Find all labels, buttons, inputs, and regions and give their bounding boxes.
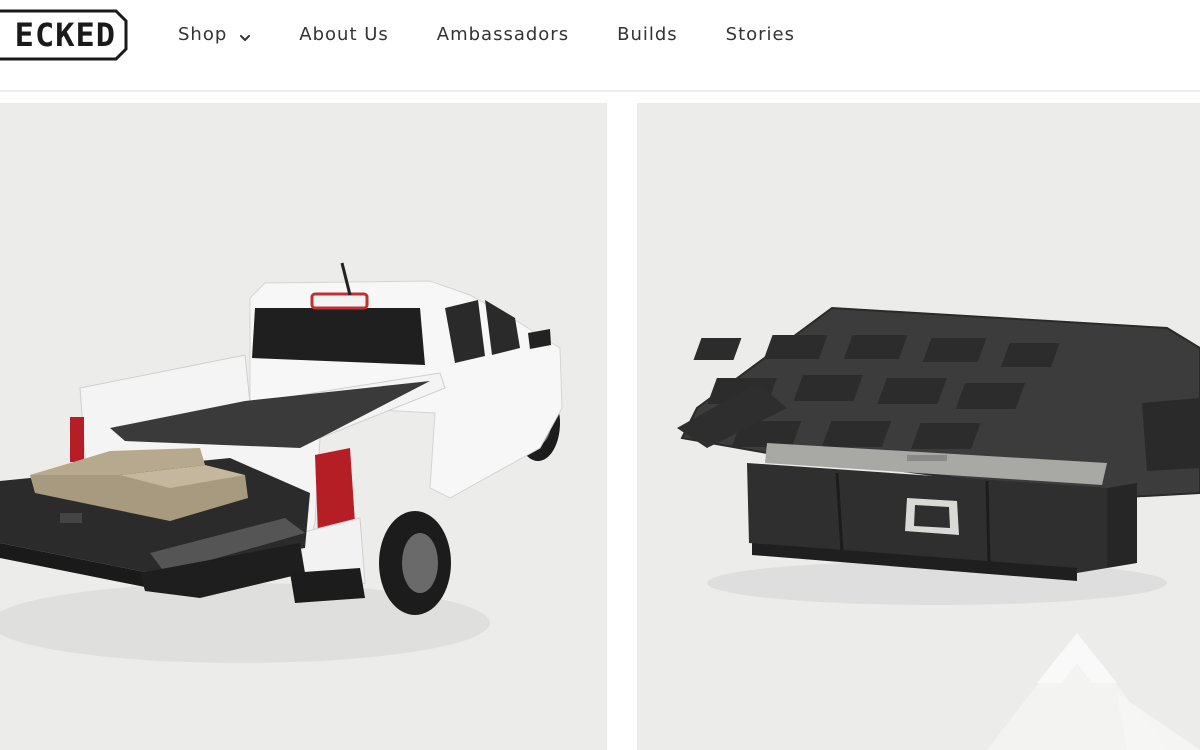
drawer-system-product-image[interactable]: [637, 103, 1200, 750]
brand-logo[interactable]: ECKED: [0, 9, 128, 61]
nav-item-about-us[interactable]: About Us: [299, 24, 389, 45]
nav-item-stories[interactable]: Stories: [726, 24, 795, 45]
chevron-down-icon: [239, 28, 251, 41]
truck-illustration: [0, 262, 563, 663]
site-header: ECKED Shop About Us Ambassadors Builds S…: [0, 0, 1200, 92]
nav-item-builds[interactable]: Builds: [617, 24, 678, 45]
mountain-watermark-icon: [987, 633, 1200, 750]
nav-item-shop-label: Shop: [178, 23, 228, 45]
nav-item-shop[interactable]: Shop: [178, 24, 251, 45]
nav-item-ambassadors[interactable]: Ambassadors: [437, 24, 569, 45]
main-nav: Shop About Us Ambassadors Builds Stories: [178, 20, 843, 48]
logo-text: ECKED: [14, 16, 116, 54]
truck-product-image[interactable]: [0, 103, 607, 750]
